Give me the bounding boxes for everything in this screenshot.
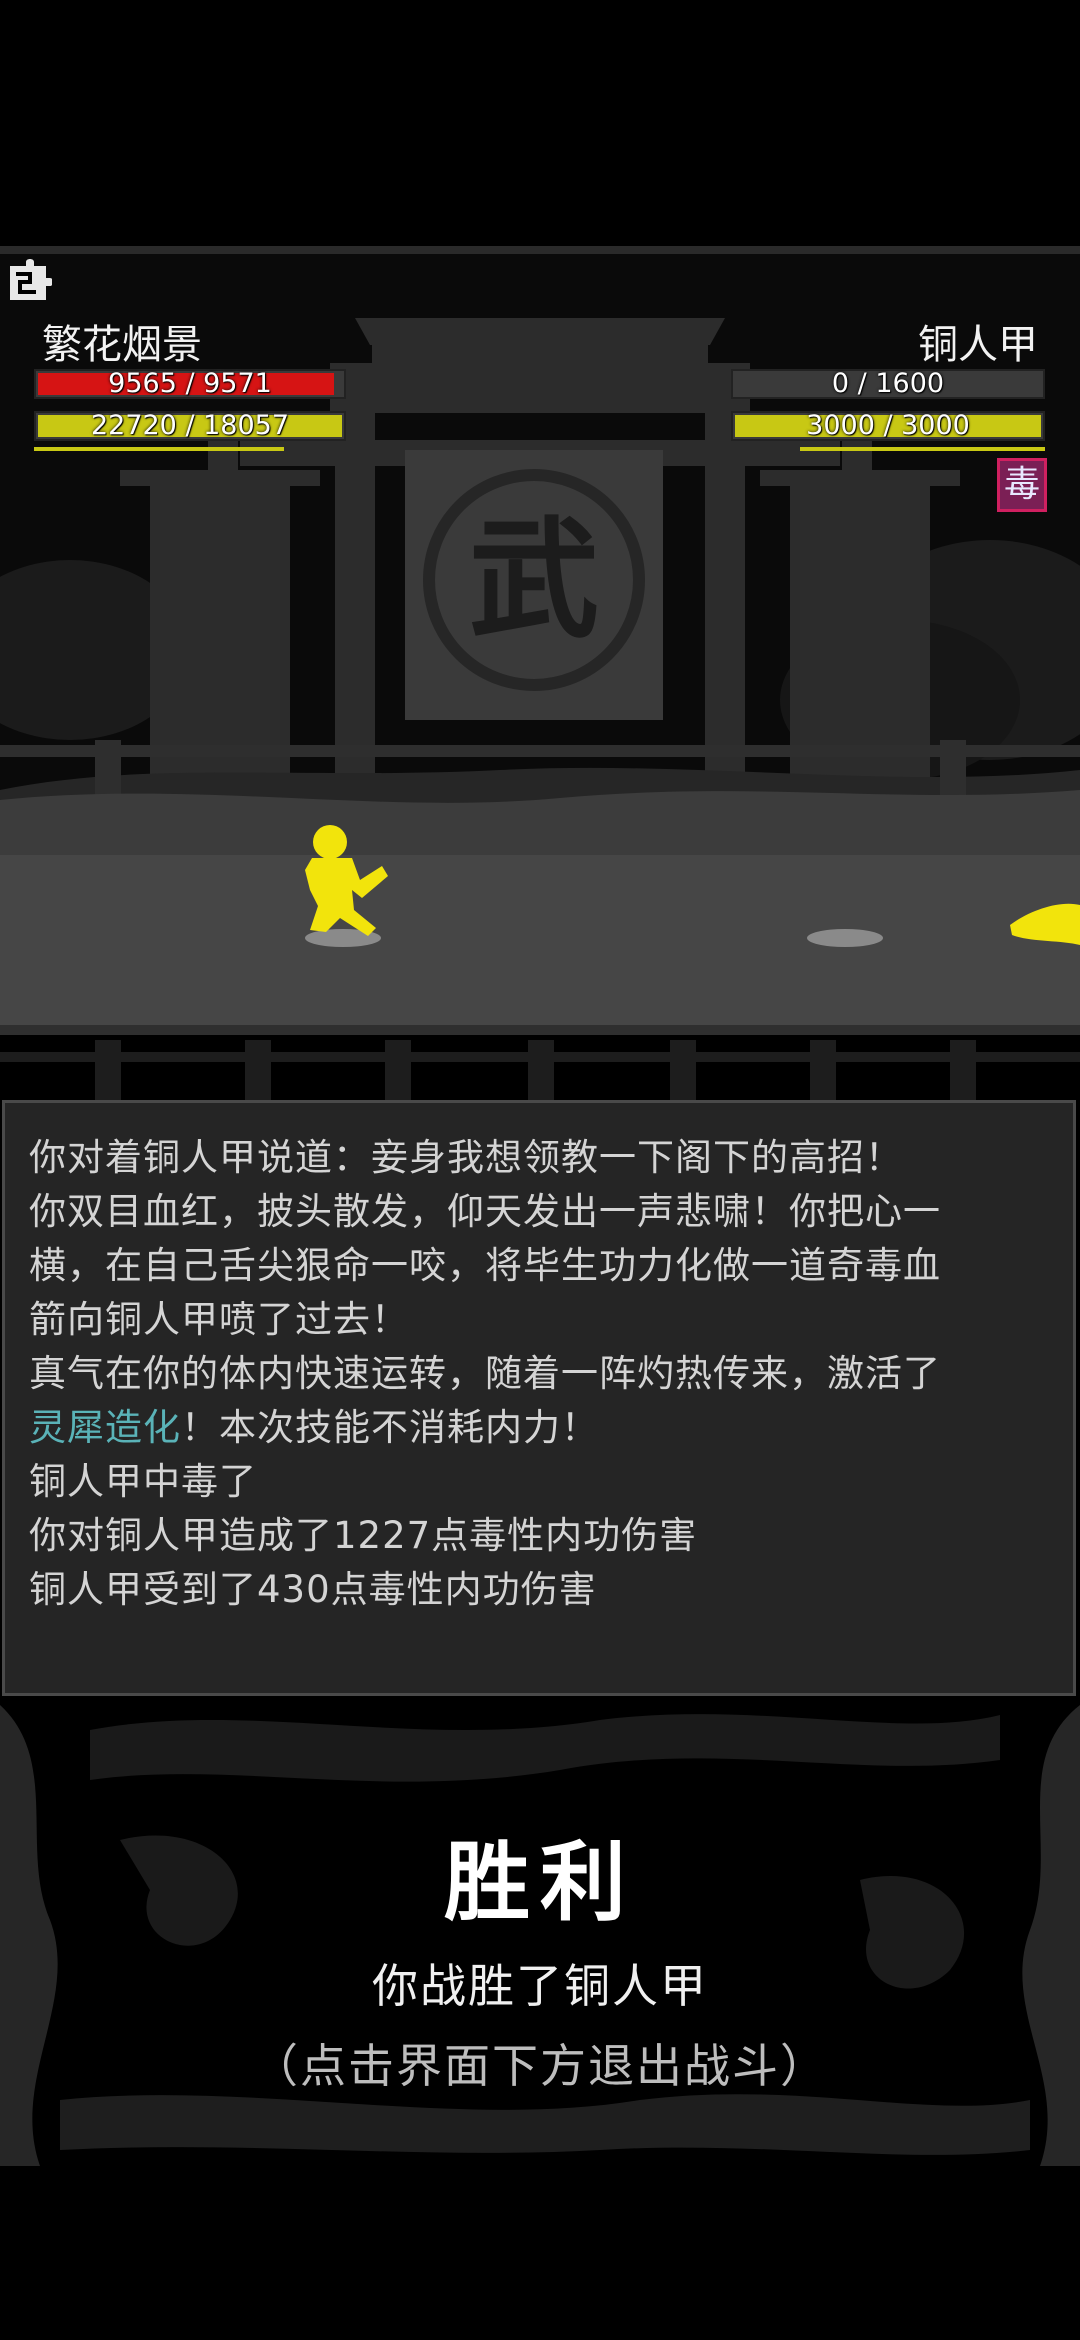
victory-title: 胜利 bbox=[444, 1832, 636, 1933]
puzzle-menu-icon[interactable] bbox=[6, 258, 53, 304]
battle-log: 你对着铜人甲说道：妾身我想领教一下阁下的高招！ 你双目血红，披头散发，仰天发出一… bbox=[2, 1100, 1076, 1696]
log-line: 横，在自己舌尖狠命一咬，将毕生功力化做一道奇毒血 bbox=[29, 1244, 941, 1287]
log-line: 铜人甲受到了430点毒性内功伤害 bbox=[29, 1568, 597, 1611]
enemy-hp-bar: 0 / 1600 bbox=[731, 369, 1045, 399]
enemy-mp-bar: 3000 / 3000 bbox=[731, 411, 1045, 441]
log-line: 铜人甲中毒了 bbox=[29, 1460, 257, 1503]
log-line: 你对铜人甲造成了1227点毒性内功伤害 bbox=[29, 1514, 698, 1557]
exit-hint: （点击界面下方退出战斗） bbox=[252, 2039, 828, 2093]
player-name: 繁花烟景 bbox=[42, 322, 202, 368]
enemy-extra-bar bbox=[800, 447, 1045, 451]
player-hp-text: 9565 / 9571 bbox=[108, 368, 272, 399]
log-line: 你双目血红，披头散发，仰天发出一声悲啸！你把心一 bbox=[29, 1190, 941, 1233]
player-extra-bar bbox=[34, 447, 284, 451]
log-line: 真气在你的体内快速运转，随着一阵灼热传来，激活了 bbox=[29, 1352, 941, 1395]
victory-subtitle: 你战胜了铜人甲 bbox=[372, 1959, 708, 2013]
player-mp-bar: 22720 / 18057 bbox=[34, 411, 346, 441]
log-line: 你对着铜人甲说道：妾身我想领教一下阁下的高招！ bbox=[29, 1136, 903, 1179]
enemy-name: 铜人甲 bbox=[918, 322, 1038, 368]
skill-effect-text: ！本次技能不消耗内力！ bbox=[181, 1406, 599, 1449]
poison-status-badge: 毒 bbox=[997, 458, 1047, 512]
skill-name: 灵犀造化 bbox=[29, 1406, 181, 1449]
enemy-hp-text: 0 / 1600 bbox=[831, 368, 945, 399]
enemy-mp-text: 3000 / 3000 bbox=[806, 410, 970, 441]
log-line: 箭向铜人甲喷了过去！ bbox=[29, 1298, 409, 1341]
player-hp-bar: 9565 / 9571 bbox=[34, 369, 346, 399]
log-line-skill: 灵犀造化！本次技能不消耗内力！ bbox=[29, 1401, 1049, 1455]
banner-glyph: 武 bbox=[469, 503, 599, 656]
player-mp-text: 22720 / 18057 bbox=[90, 410, 290, 441]
